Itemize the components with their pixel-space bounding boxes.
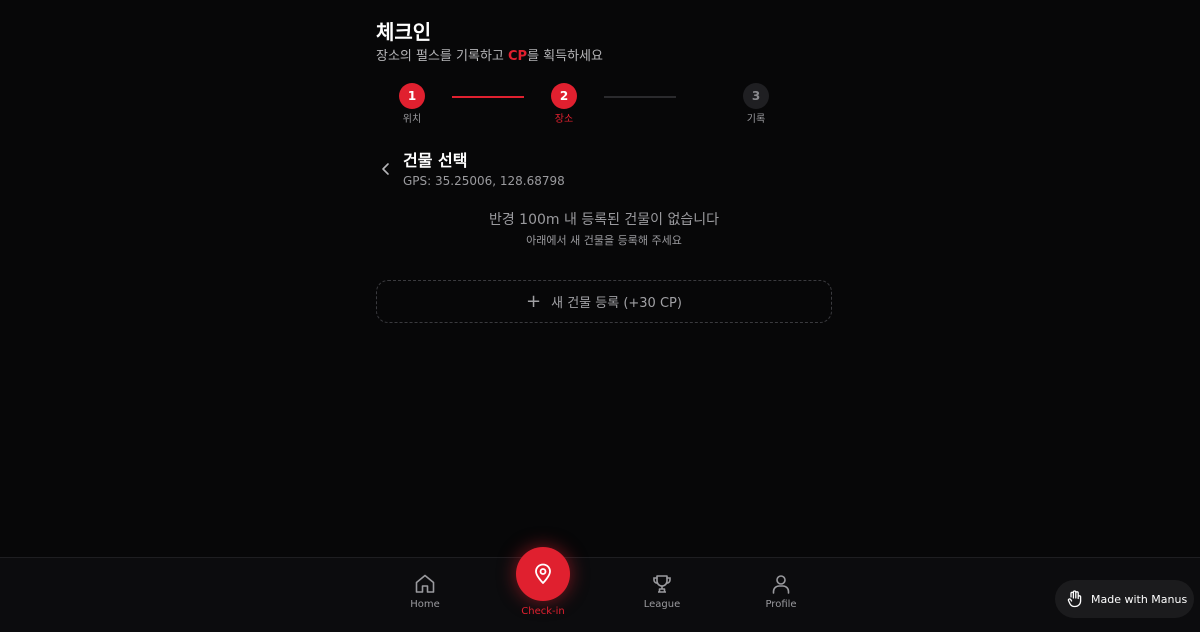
made-with-manus-label: Made with Manus: [1091, 592, 1188, 606]
chevron-left-icon: [382, 163, 389, 175]
page-header: 체크인 장소의 펄스를 기록하고 CP를 획득하세요: [376, 18, 836, 66]
nav-item-league[interactable]: League: [627, 572, 697, 612]
step-number-3: 3: [743, 83, 769, 109]
building-select-header: 건물 선택 GPS: 35.25006, 128.68798: [376, 150, 836, 190]
nav-label-home: Home: [410, 599, 440, 610]
back-button[interactable]: [376, 158, 396, 180]
register-building-label: 새 건물 등록 (+30 CP): [551, 296, 682, 311]
home-icon: [415, 574, 435, 593]
plus-icon: +: [526, 290, 542, 312]
map-pin-icon: [535, 563, 551, 584]
subtitle-accent-cp: CP: [508, 49, 528, 64]
register-building-button[interactable]: + 새 건물 등록 (+30 CP): [376, 280, 832, 323]
progress-stepper: 1 위치 2 장소 3 기록: [376, 83, 836, 133]
trophy-icon: [653, 575, 671, 593]
checkin-page: 체크인 장소의 펄스를 기록하고 CP를 획득하세요 1 위치 2 장소 3 기…: [0, 0, 1200, 632]
user-icon: [772, 575, 790, 594]
step-label-location: 위치: [402, 114, 422, 125]
step-number-2: 2: [551, 83, 577, 109]
step-place: 2 장소: [534, 83, 594, 127]
gps-coordinates: GPS: 35.25006, 128.68798: [403, 174, 565, 188]
nav-item-home[interactable]: Home: [390, 572, 460, 612]
made-with-manus-badge[interactable]: Made with Manus: [1055, 580, 1194, 618]
step-location: 1 위치: [382, 83, 442, 127]
checkin-button[interactable]: [516, 547, 570, 601]
bottom-navigation: Home Check-in League Profile: [0, 547, 1200, 632]
nav-item-profile[interactable]: Profile: [746, 572, 816, 612]
section-title: 건물 선택: [403, 151, 468, 170]
subtitle-text-after: 를 획득하세요: [527, 49, 603, 64]
step-connector-done: [452, 96, 524, 98]
step-record: 3 기록: [726, 83, 786, 127]
step-label-place: 장소: [554, 114, 574, 125]
manus-hand-icon: [1067, 590, 1082, 608]
nav-label-profile: Profile: [765, 599, 797, 610]
step-label-record: 기록: [746, 114, 766, 125]
nav-label-checkin[interactable]: Check-in: [507, 605, 579, 619]
empty-state-description: 아래에서 새 건물을 등록해 주세요: [526, 234, 682, 247]
empty-state-title: 반경 100m 내 등록된 건물이 없습니다: [488, 212, 720, 228]
subtitle-text-before: 장소의 펄스를 기록하고: [376, 49, 508, 64]
step-number-1: 1: [399, 83, 425, 109]
nav-label-league: League: [643, 599, 681, 610]
page-subtitle: 장소의 펄스를 기록하고 CP를 획득하세요: [376, 48, 836, 66]
step-connector-todo: [604, 96, 676, 98]
page-title: 체크인: [376, 20, 432, 44]
empty-state: 반경 100m 내 등록된 건물이 없습니다 아래에서 새 건물을 등록해 주세…: [376, 210, 832, 249]
